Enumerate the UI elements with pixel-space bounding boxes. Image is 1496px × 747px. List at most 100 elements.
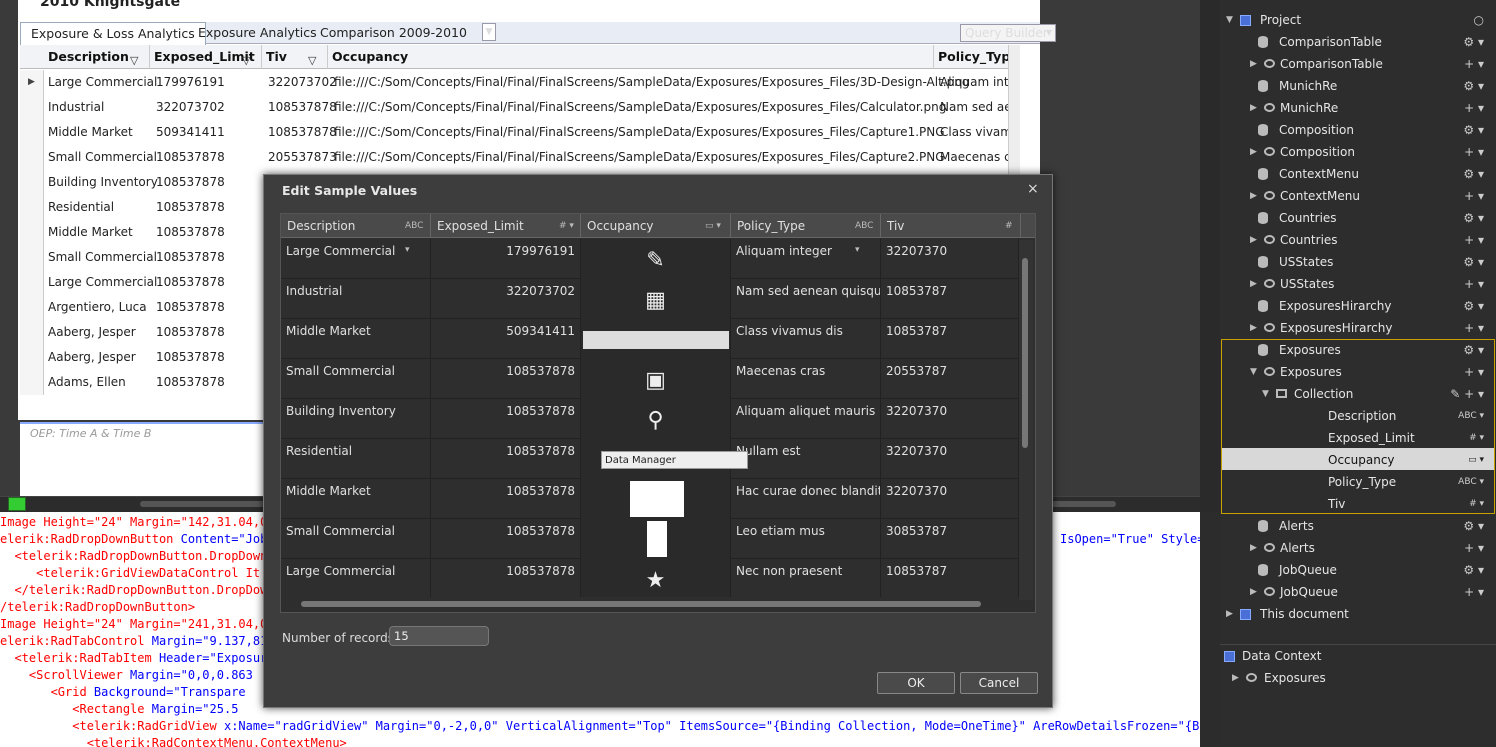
table-cell[interactable]: 108537878 — [431, 479, 581, 519]
table-cell[interactable]: Middle Market — [281, 479, 431, 519]
number-type-icon[interactable]: # ▾ — [559, 214, 574, 238]
row-selector[interactable] — [20, 270, 44, 295]
datasource-options-icon[interactable]: ⚙ ▾ — [1463, 31, 1484, 53]
table-cell[interactable]: 108537878 — [431, 439, 581, 479]
table-cell[interactable]: 108537878 — [431, 399, 581, 439]
datasource-options-icon[interactable]: ⚙ ▾ — [1463, 339, 1484, 361]
tree-item-alerts[interactable]: ⚙ ▾ Alerts — [1220, 515, 1496, 537]
occupancy-image-cell[interactable]: ✎ — [581, 239, 731, 279]
panel-splitter[interactable] — [1200, 0, 1220, 512]
tree-item-exposureshirarchy[interactable]: ⚙ ▾ ExposuresHirarchy — [1220, 295, 1496, 317]
table-cell[interactable]: Industrial — [281, 279, 431, 319]
tree-item-usstates[interactable]: ▶ + ▾ USStates — [1220, 273, 1496, 295]
row-selector[interactable] — [20, 170, 44, 195]
datasource-options-icon[interactable]: ⚙ ▾ — [1463, 515, 1484, 537]
table-cell[interactable]: 20553787 — [881, 359, 1019, 399]
number-type-icon[interactable]: # — [1005, 214, 1013, 238]
datasource-options-icon[interactable]: ⚙ ▾ — [1463, 251, 1484, 273]
table-cell[interactable]: 32207370 — [881, 399, 1019, 439]
image-type-icon[interactable]: ▭ ▾ — [705, 214, 721, 238]
table-row[interactable]: Building Inventory 108537878 ⚲ Aliquam aliq… — [281, 399, 1021, 439]
table-cell[interactable]: Residential — [281, 439, 431, 479]
tree-item-tiv[interactable]: # ▾ Tiv — [1220, 493, 1496, 515]
table-cell[interactable]: Maecenas cras — [731, 359, 881, 399]
table-cell[interactable]: Leo etiam mus — [731, 519, 881, 559]
tab-dropdown-button[interactable]: ▼ — [482, 23, 496, 41]
table-cell[interactable]: Aliquam integer — [731, 239, 881, 279]
tree-item-countries[interactable]: ▶ + ▾ Countries — [1220, 229, 1496, 251]
tree-item-comparisontable[interactable]: ▶ + ▾ ComparisonTable — [1220, 53, 1496, 75]
col-occupancy[interactable]: Occupancy ▭ ▾ — [581, 214, 731, 238]
table-cell[interactable]: Hac curae donec blandit — [731, 479, 881, 519]
datasource-options-icon[interactable]: ⚙ ▾ — [1463, 163, 1484, 185]
edit-collection-icon[interactable]: ✎ + ▾ — [1450, 383, 1484, 405]
tree-item-project[interactable]: ▼ ○ Project — [1220, 9, 1496, 31]
table-row[interactable]: Industrial 322073702 ▦ Nam sed aenean quisq… — [281, 279, 1021, 319]
ok-button[interactable]: OK — [877, 672, 955, 694]
expand-icon[interactable]: ▶ — [1250, 53, 1257, 75]
row-selector[interactable] — [20, 95, 44, 120]
table-cell[interactable]: Middle Market — [281, 319, 431, 359]
tree-item-comparisontable[interactable]: ⚙ ▾ ComparisonTable — [1220, 31, 1496, 53]
expand-icon[interactable]: ▶ — [1226, 603, 1233, 625]
row-selector[interactable]: ▶ — [20, 70, 44, 95]
tree-item-exposures[interactable]: ▼ + ▾ Exposures — [1220, 361, 1496, 383]
row-selector[interactable] — [20, 220, 44, 245]
expand-icon[interactable]: ▶ — [1250, 537, 1257, 559]
table-row[interactable]: Large Commercial 108537878 ★ Nec non praese… — [281, 559, 1021, 597]
data-context-item[interactable]: ▶ Exposures — [1220, 667, 1496, 689]
scrollbar-thumb[interactable] — [301, 601, 981, 607]
table-cell[interactable]: 10853787 — [881, 279, 1019, 319]
tab-comparison[interactable]: Comparison 2009-2010 — [310, 22, 477, 44]
tab-exposure-analytics[interactable]: Exposure Analytics — [188, 22, 327, 44]
table-cell[interactable]: Aliquam aliquet mauris — [731, 399, 881, 439]
col-tiv[interactable]: Tiv ▽ — [262, 45, 328, 69]
row-selector[interactable] — [20, 245, 44, 270]
table-cell[interactable]: 108537878 — [431, 559, 581, 597]
tree-item-munichre[interactable]: ⚙ ▾ MunichRe — [1220, 75, 1496, 97]
datasource-options-icon[interactable]: ⚙ ▾ — [1463, 119, 1484, 141]
tree-item-contextmenu[interactable]: ▶ + ▾ ContextMenu — [1220, 185, 1496, 207]
add-property-icon[interactable]: + ▾ — [1464, 537, 1484, 559]
table-cell[interactable]: Small Commercial — [281, 359, 431, 399]
occupancy-image-cell[interactable]: ▣ — [581, 359, 731, 399]
tree-item-exposed-limit[interactable]: # ▾ Exposed_Limit — [1220, 427, 1496, 449]
tree-item-alerts[interactable]: ▶ + ▾ Alerts — [1220, 537, 1496, 559]
table-cell[interactable]: 322073702 — [431, 279, 581, 319]
col-description[interactable]: Description ABC ▾ — [281, 214, 431, 255]
expand-icon[interactable]: ▶ — [1250, 141, 1257, 163]
add-property-icon[interactable]: + ▾ — [1464, 141, 1484, 163]
tree-item-exposures[interactable]: ⚙ ▾ Exposures — [1220, 339, 1496, 361]
row-selector[interactable] — [20, 145, 44, 170]
table-row[interactable]: Small Commercial 108537878 ▣ Maecenas cras 2… — [281, 359, 1021, 399]
col-policy-type[interactable]: Policy_Type ABC ▾ — [731, 214, 881, 255]
scrollbar-thumb[interactable] — [1022, 258, 1028, 448]
tree-item-occupancy[interactable]: ▭ ▾ Occupancy — [1220, 449, 1496, 471]
table-cell[interactable]: Nam sed aenean quisque — [731, 279, 881, 319]
table-cell[interactable]: Large Commercial — [281, 559, 431, 597]
datasource-options-icon[interactable]: ⚙ ▾ — [1463, 75, 1484, 97]
datasource-options-icon[interactable]: ⚙ ▾ — [1463, 295, 1484, 317]
col-occupancy[interactable]: Occupancy — [328, 45, 934, 69]
add-property-icon[interactable]: + ▾ — [1464, 185, 1484, 207]
field-type-icon[interactable]: ▭ ▾ — [1468, 449, 1484, 471]
tree-item-countries[interactable]: ⚙ ▾ Countries — [1220, 207, 1496, 229]
datasource-options-icon[interactable]: ⚙ ▾ — [1463, 559, 1484, 581]
records-input[interactable]: 15 — [389, 626, 489, 646]
row-selector[interactable] — [20, 295, 44, 320]
tree-item-exposureshirarchy[interactable]: ▶ + ▾ ExposuresHirarchy — [1220, 317, 1496, 339]
table-row[interactable]: Industrial 322073702 108537878 file:///C:/S… — [20, 95, 1020, 120]
table-row[interactable]: Large Commercial 179976191 ✎ Aliquam intege… — [281, 239, 1021, 279]
table-row[interactable]: Middle Market 509341411 108537878 file:///C… — [20, 120, 1020, 145]
col-description[interactable]: Description ▽ — [44, 45, 150, 69]
table-row[interactable]: ▶ Large Commercial 179976191 322073702 file:… — [20, 70, 1020, 95]
tree-item-collection[interactable]: ▼ ✎ + ▾ Collection — [1220, 383, 1496, 405]
table-cell[interactable]: 108537878 — [431, 519, 581, 559]
expand-icon[interactable]: ▶ — [1250, 229, 1257, 251]
table-cell[interactable]: 32207370 — [881, 239, 1019, 279]
table-cell[interactable]: Building Inventory — [281, 399, 431, 439]
project-options-icon[interactable]: ○ — [1474, 9, 1484, 31]
table-cell[interactable]: 108537878 — [431, 359, 581, 399]
tree-item-contextmenu[interactable]: ⚙ ▾ ContextMenu — [1220, 163, 1496, 185]
row-selector[interactable] — [20, 120, 44, 145]
